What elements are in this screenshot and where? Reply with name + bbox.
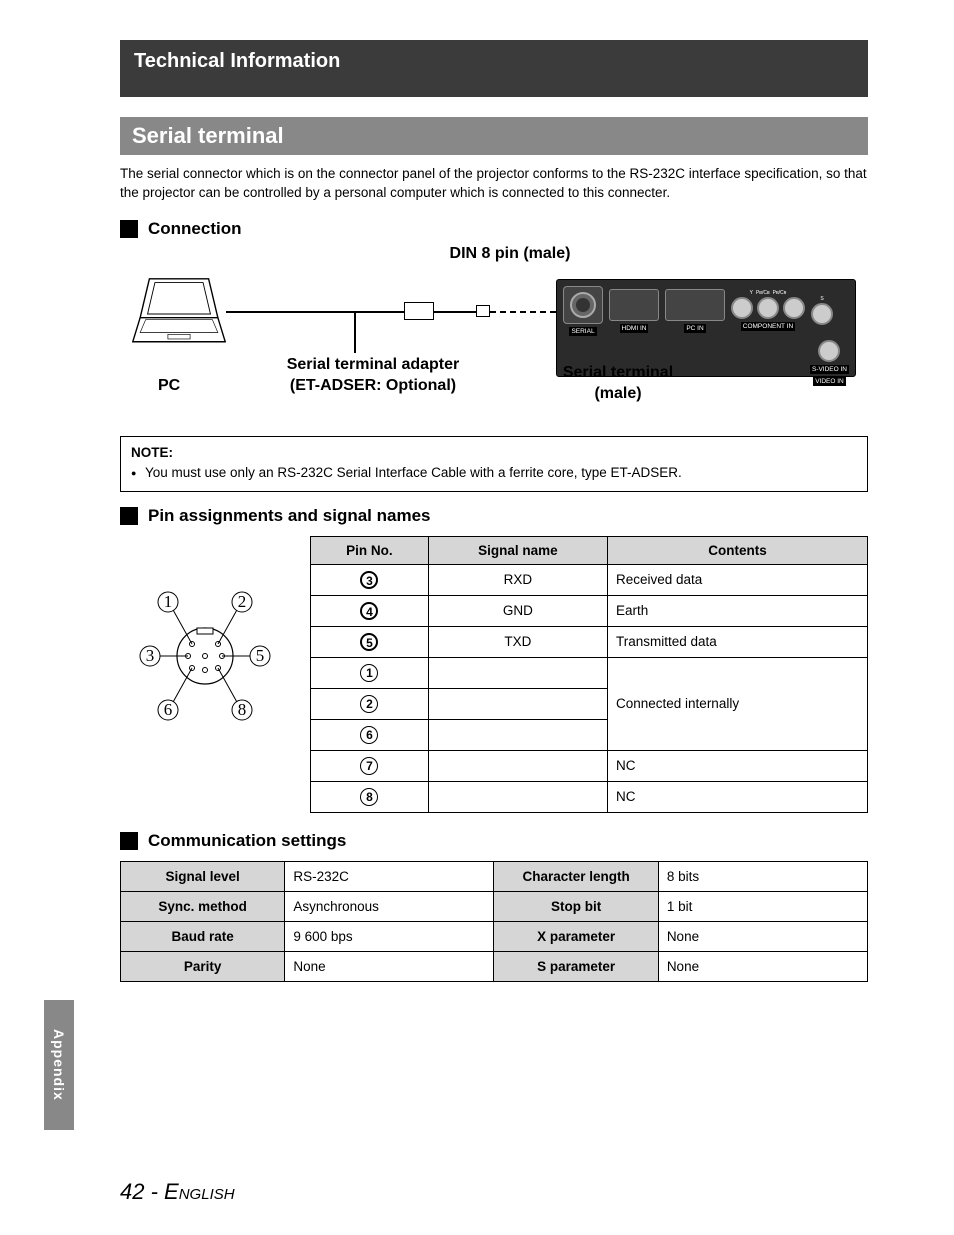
label-serial-terminal-l2: (male) — [528, 384, 708, 405]
label-adapter-l1: Serial terminal adapter — [258, 355, 488, 376]
contents-cell: NC — [608, 781, 868, 812]
footer-lang: English — [164, 1179, 235, 1204]
comm-value: 9 600 bps — [285, 921, 494, 951]
port-label-video: VIDEO IN — [813, 377, 846, 386]
subheading-pins-text: Pin assignments and signal names — [148, 506, 430, 526]
subheading-comm: Communication settings — [120, 831, 868, 851]
intro-paragraph: The serial connector which is on the con… — [120, 165, 868, 203]
signal-cell: GND — [428, 595, 607, 626]
table-row: Signal level RS-232C Character length 8 … — [121, 861, 868, 891]
comm-value: 1 bit — [658, 891, 867, 921]
th-contents: Contents — [608, 536, 868, 564]
comm-label: Stop bit — [494, 891, 658, 921]
signal-cell — [428, 719, 607, 750]
signal-cell: RXD — [428, 564, 607, 595]
th-signal: Signal name — [428, 536, 607, 564]
table-row: 3 RXD Received data — [311, 564, 868, 595]
svg-text:2: 2 — [238, 592, 247, 611]
contents-cell: Connected internally — [608, 657, 868, 750]
comm-label: Character length — [494, 861, 658, 891]
signal-cell — [428, 750, 607, 781]
note-title: NOTE: — [131, 445, 857, 460]
signal-cell — [428, 781, 607, 812]
pin-num: 3 — [360, 571, 378, 589]
signal-cell: TXD — [428, 626, 607, 657]
pin-table: Pin No. Signal name Contents 3 RXD Recei… — [310, 536, 868, 813]
contents-cell: NC — [608, 750, 868, 781]
page-header: Technical Information — [120, 40, 868, 97]
comm-label: Sync. method — [121, 891, 285, 921]
contents-cell: Transmitted data — [608, 626, 868, 657]
svg-text:6: 6 — [164, 700, 173, 719]
pin-diagram: 1 2 3 5 6 8 — [120, 566, 290, 746]
port-label-serial: SERIAL — [569, 327, 596, 336]
appendix-tab: Appendix — [44, 1000, 74, 1130]
comm-value: None — [285, 951, 494, 981]
signal-cell — [428, 688, 607, 719]
label-y: Y — [750, 290, 753, 296]
note-box: NOTE: You must use only an RS-232C Seria… — [120, 436, 868, 492]
subheading-connection: Connection — [120, 219, 868, 239]
label-adapter: Serial terminal adapter (ET-ADSER: Optio… — [258, 355, 488, 397]
pin-num: 6 — [360, 726, 378, 744]
label-din: DIN 8 pin (male) — [420, 245, 600, 263]
contents-cell: Earth — [608, 595, 868, 626]
table-row: 7 NC — [311, 750, 868, 781]
pin-num: 2 — [360, 695, 378, 713]
comm-value: 8 bits — [658, 861, 867, 891]
pin-num: 1 — [360, 664, 378, 682]
comm-label: S parameter — [494, 951, 658, 981]
page-number: 42 — [120, 1179, 144, 1204]
laptop-icon — [132, 277, 226, 351]
page-footer: 42 - English — [120, 1179, 235, 1205]
subheading-pins: Pin assignments and signal names — [120, 506, 868, 526]
comm-label: Signal level — [121, 861, 285, 891]
pin-num: 8 — [360, 788, 378, 806]
comm-value: RS-232C — [285, 861, 494, 891]
th-pin: Pin No. — [311, 536, 429, 564]
table-row: 4 GND Earth — [311, 595, 868, 626]
label-serial-terminal-l1: Serial terminal — [528, 363, 708, 384]
signal-cell — [428, 657, 607, 688]
section-title: Serial terminal — [120, 117, 868, 155]
port-label-hdmi: HDMI IN — [620, 324, 649, 333]
pin-num: 7 — [360, 757, 378, 775]
comm-label: Baud rate — [121, 921, 285, 951]
subheading-comm-text: Communication settings — [148, 831, 346, 851]
port-label-component: COMPONENT IN — [741, 322, 795, 331]
svg-text:3: 3 — [146, 646, 155, 665]
comm-value: None — [658, 951, 867, 981]
note-item: You must use only an RS-232C Serial Inte… — [131, 464, 857, 483]
footer-sep: - — [144, 1179, 164, 1204]
label-serial-terminal: Serial terminal (male) — [528, 363, 708, 405]
svg-text:1: 1 — [164, 592, 173, 611]
pin-num: 4 — [360, 602, 378, 620]
table-row: 1 Connected internally — [311, 657, 868, 688]
table-row: Baud rate 9 600 bps X parameter None — [121, 921, 868, 951]
label-s: S — [820, 296, 823, 302]
comm-value: Asynchronous — [285, 891, 494, 921]
connection-diagram: DIN 8 pin (male) SERIAL — [120, 249, 868, 424]
pin-num: 5 — [360, 633, 378, 651]
table-row: 5 TXD Transmitted data — [311, 626, 868, 657]
svg-text:5: 5 — [256, 646, 265, 665]
svg-text:8: 8 — [238, 700, 247, 719]
contents-cell: Received data — [608, 564, 868, 595]
port-label-pcin: PC IN — [684, 324, 705, 333]
label-pr: Pʀ/Cʀ — [773, 290, 787, 296]
communication-table: Signal level RS-232C Character length 8 … — [120, 861, 868, 982]
comm-label: Parity — [121, 951, 285, 981]
label-pc: PC — [158, 377, 180, 395]
comm-value: None — [658, 921, 867, 951]
subheading-connection-text: Connection — [148, 219, 242, 239]
label-pb: Pʙ/Cʙ — [756, 290, 770, 296]
comm-label: X parameter — [494, 921, 658, 951]
label-adapter-l2: (ET-ADSER: Optional) — [258, 376, 488, 397]
table-row: Sync. method Asynchronous Stop bit 1 bit — [121, 891, 868, 921]
port-label-svideo: S-VIDEO IN — [810, 365, 849, 374]
table-row: Parity None S parameter None — [121, 951, 868, 981]
table-row: 8 NC — [311, 781, 868, 812]
